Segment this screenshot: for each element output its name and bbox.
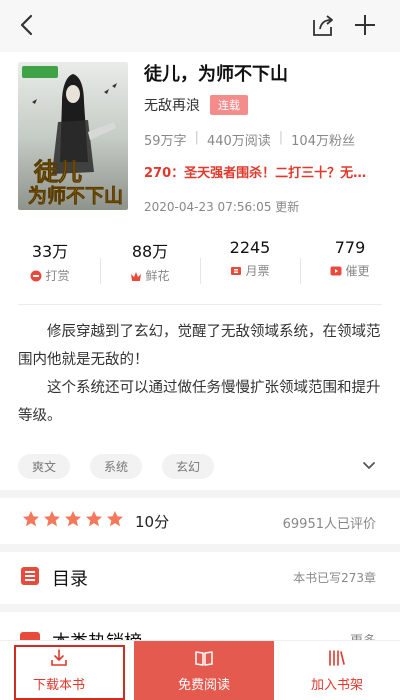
tag-list: 爽文 系统 玄幻 (18, 454, 215, 479)
open-book-icon (195, 651, 213, 666)
ticket-icon (231, 266, 242, 275)
counter-number: 779 (334, 238, 366, 257)
free-read-button[interactable]: 免费阅读 (134, 641, 274, 700)
highlight-box (14, 645, 125, 700)
chevron-down-icon[interactable] (360, 456, 378, 474)
counter-label: 打赏 (45, 269, 70, 283)
star-icon (44, 511, 60, 527)
latest-chapter-link[interactable]: 270：圣天强者围杀！二打三十？无… (144, 162, 380, 181)
star-icon (86, 511, 102, 527)
section-divider (18, 304, 382, 305)
status-badge: 连载 (210, 95, 248, 115)
word-count: 59万字 (144, 134, 187, 149)
counter-label-wrap: 月票 (230, 262, 270, 279)
counter-ticket[interactable]: 2245 月票 (200, 238, 300, 294)
star-rating (22, 510, 124, 528)
flower-icon (131, 271, 142, 281)
svg-text:徒儿: 徒儿 (33, 157, 82, 186)
plus-icon[interactable] (352, 12, 378, 38)
book-cover[interactable]: 徒儿 为师不下山 (18, 62, 128, 210)
add-to-shelf-button[interactable]: 加入书架 (274, 641, 400, 700)
tag-chip[interactable]: 玄幻 (162, 454, 215, 479)
read-count: 440万阅读 (206, 134, 271, 149)
counter-label: 鲜花 (145, 269, 170, 283)
svg-text:为师不下山: 为师不下山 (28, 184, 123, 207)
catalog-row[interactable]: 目录 本书已写273章 (0, 552, 400, 604)
description-paragraph: 这个系统还可以通过做任务慢慢扩张领域范围和提升等级。 (18, 380, 381, 424)
share-icon[interactable] (310, 12, 336, 38)
counter-number: 2245 (229, 238, 271, 257)
book-info-card: 徒儿 为师不下山 徒儿，为师不下山 无敌再浪 连载 59万字 | 440万阅读 … (0, 52, 400, 490)
counter-number: 88万 (131, 242, 169, 261)
catalog-title: 目录 (52, 569, 88, 590)
stat-divider: | (194, 130, 199, 145)
star-icon (23, 511, 39, 527)
counter-number: 33万 (31, 242, 69, 261)
counter-label: 催更 (345, 264, 370, 278)
author-row: 无敌再浪 连载 (144, 95, 248, 115)
book-description: 修辰穿越到了玄幻，觉醒了无敌领域系统，在领域范围内他就是无敌的！ 这个系统还可以… (18, 318, 384, 430)
description-paragraph: 修辰穿越到了玄幻，觉醒了无敌领域系统，在领域范围内他就是无敌的！ (18, 324, 381, 368)
counter-label-wrap: 打赏 (30, 267, 70, 284)
counter-label-wrap: 鲜花 (130, 267, 170, 284)
top-bar (0, 0, 400, 52)
bottom-action-bar: 下载本书 免费阅读 加入书架 (0, 640, 400, 700)
stat-divider: | (278, 130, 284, 145)
book-title: 徒儿，为师不下山 (144, 64, 288, 85)
counter-reward[interactable]: 33万 打赏 (0, 238, 100, 294)
tag-chip[interactable]: 爽文 (18, 454, 71, 479)
bookshelf-icon (329, 650, 345, 666)
reward-icon (30, 270, 42, 281)
add-to-shelf-label: 加入书架 (310, 678, 363, 693)
book-stats: 59万字 | 440万阅读 | 104万粉丝 (144, 130, 355, 149)
rating-row[interactable]: 10分 69951人已评价 (0, 498, 400, 544)
update-time: 2020-04-23 07:56:05 更新 (144, 200, 300, 214)
book-detail-page: 徒儿 为师不下山 徒儿，为师不下山 无敌再浪 连载 59万字 | 440万阅读 … (0, 0, 400, 700)
author-name[interactable]: 无敌再浪 (144, 95, 200, 115)
fan-count: 104万粉丝 (291, 134, 355, 149)
counter-flower[interactable]: 88万 鲜花 (100, 238, 200, 294)
star-icon (107, 511, 123, 527)
counter-label: 月票 (245, 264, 270, 278)
star-icon (65, 511, 81, 527)
back-arrow-icon[interactable] (14, 12, 40, 38)
urge-icon (330, 266, 342, 275)
chapter-count: 本书已写273章 (293, 571, 376, 585)
download-button[interactable]: 下载本书 (0, 641, 125, 700)
support-counters: 33万 打赏 88万 鲜花 2245 月票 779 催更 (0, 238, 400, 294)
free-read-label: 免费阅读 (177, 678, 230, 693)
rating-score: 10分 (135, 513, 170, 531)
list-icon (21, 567, 39, 585)
counter-label-wrap: 催更 (330, 262, 370, 279)
tag-chip[interactable]: 系统 (90, 454, 143, 479)
counter-urge[interactable]: 779 催更 (300, 238, 400, 294)
rating-count: 69951人已评价 (282, 517, 376, 532)
